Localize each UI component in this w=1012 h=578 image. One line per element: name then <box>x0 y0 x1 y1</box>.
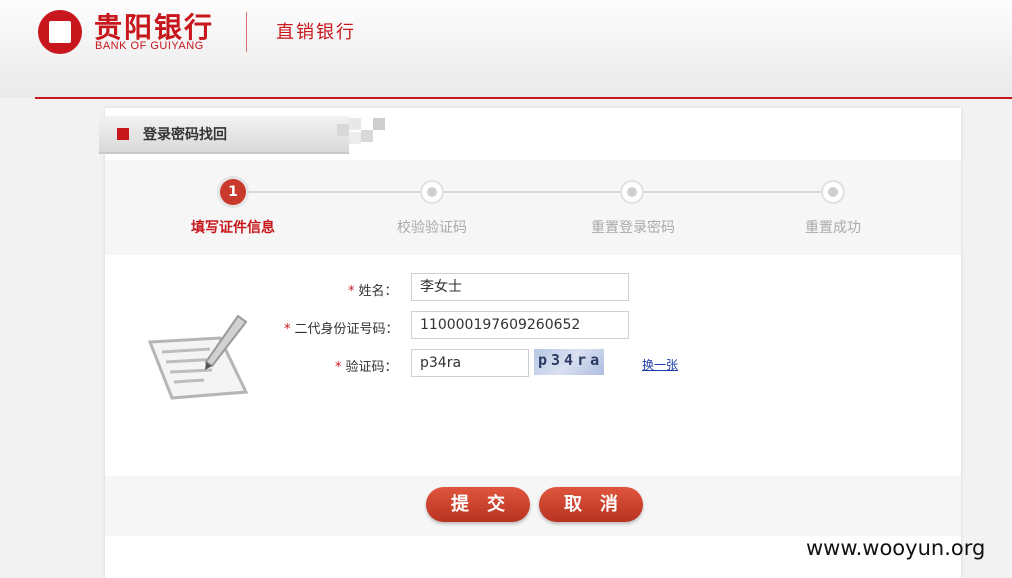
captcha-field[interactable]: p34ra <box>411 349 529 377</box>
step-2-label: 校验验证码 <box>397 220 467 236</box>
id-number-label: * 二代身份证号码： <box>284 322 399 337</box>
step-3-indicator <box>620 180 644 204</box>
progress-steps: 1 填写证件信息 校验验证码 重置登录密码 重置成功 <box>105 160 961 255</box>
name-label: * 姓名： <box>348 284 398 299</box>
step-4-label: 重置成功 <box>805 220 861 236</box>
action-bar <box>105 476 961 536</box>
step-2-indicator <box>420 180 444 204</box>
name-field[interactable]: 李女士 <box>411 273 629 301</box>
bank-name-en: BANK OF GUIYANG <box>95 40 204 52</box>
step-4-indicator <box>821 180 845 204</box>
required-mark: * <box>284 322 291 337</box>
refresh-captcha-link[interactable]: 换一张 <box>642 356 678 373</box>
bank-logo-icon[interactable] <box>38 10 82 54</box>
step-1-label: 填写证件信息 <box>191 220 275 236</box>
captcha-label: * 验证码： <box>335 360 398 375</box>
panel-title: 登录密码找回 <box>143 127 227 143</box>
logo-divider <box>246 12 247 52</box>
step-connector <box>644 191 821 193</box>
checker-decoration-icon <box>337 118 387 144</box>
title-bullet-icon <box>117 128 129 140</box>
cancel-button[interactable]: 取消 <box>539 487 643 522</box>
step-connector <box>246 191 420 193</box>
required-mark: * <box>348 284 355 299</box>
captcha-image[interactable]: p34ra <box>534 349 604 375</box>
header-divider <box>35 97 1012 99</box>
id-number-field[interactable]: 110000197609260652 <box>411 311 629 339</box>
step-connector <box>444 191 620 193</box>
required-mark: * <box>335 360 342 375</box>
form-document-icon <box>147 312 258 407</box>
submit-button[interactable]: 提交 <box>426 487 530 522</box>
channel-name: 直销银行 <box>276 22 356 43</box>
panel-title-tab: 登录密码找回 <box>99 116 349 154</box>
page-header: 贵阳银行 BANK OF GUIYANG 直销银行 <box>0 0 1012 98</box>
watermark: www.wooyun.org <box>806 536 986 560</box>
step-1-indicator: 1 <box>220 179 246 205</box>
step-3-label: 重置登录密码 <box>591 220 675 236</box>
